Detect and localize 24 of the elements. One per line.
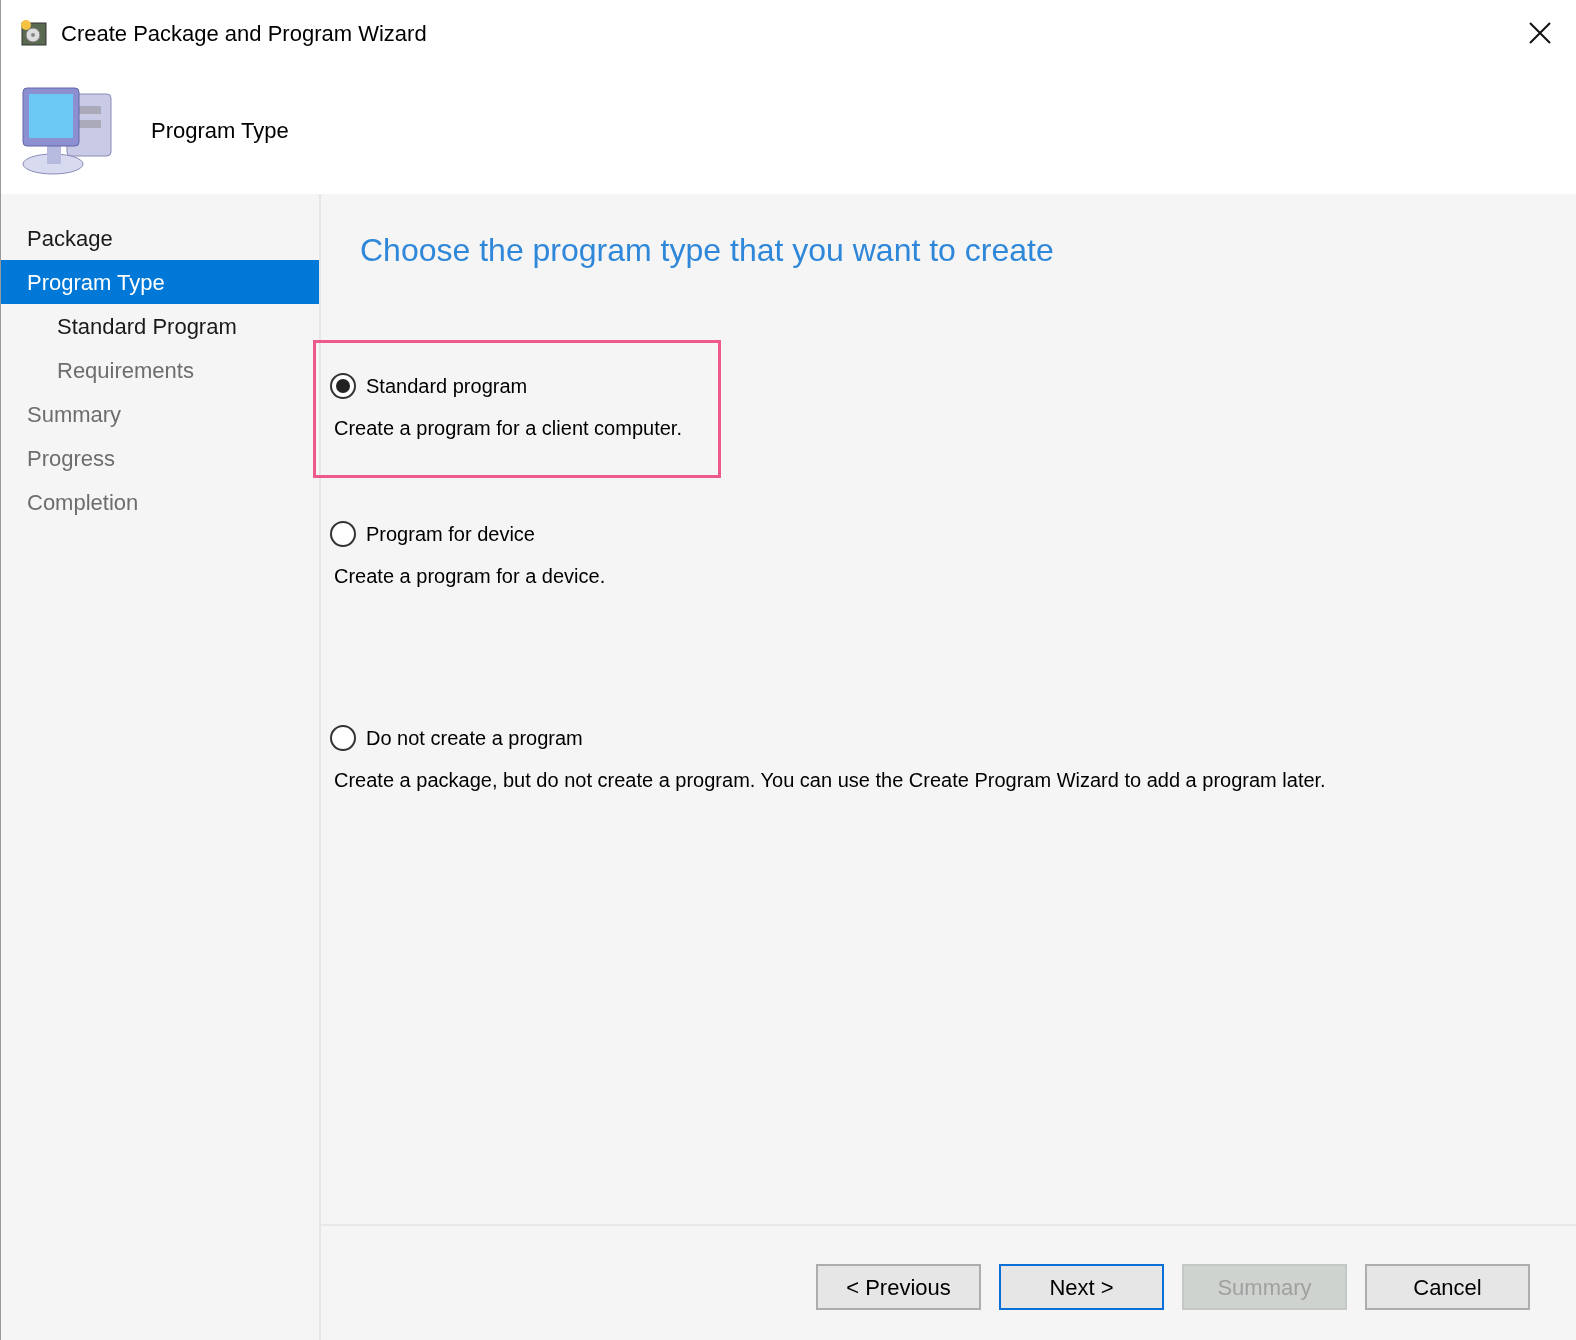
radio-button[interactable]	[330, 521, 356, 547]
page-heading: Choose the program type that you want to create	[359, 231, 1055, 270]
radio-option[interactable]: Program for device	[330, 519, 535, 549]
sidebar-item[interactable]: Requirements	[1, 348, 319, 392]
radio-option[interactable]: Do not create a program	[330, 723, 583, 753]
window-title: Create Package and Program Wizard	[61, 19, 427, 48]
wizard-app-icon	[19, 18, 49, 48]
option-description: Create a program for a client computer.	[334, 416, 682, 441]
close-icon[interactable]	[1528, 21, 1552, 45]
option-description: Create a package, but do not create a program. You can use the Create Program Wizard to add a program later.	[334, 768, 1326, 793]
radio-option[interactable]: Standard program	[330, 371, 528, 401]
sidebar-item[interactable]: Summary	[1, 392, 319, 436]
sidebar-item[interactable]: Program Type	[1, 260, 319, 304]
sidebar-item[interactable]: Package	[1, 216, 319, 260]
radio-button[interactable]	[330, 373, 356, 399]
wizard-button[interactable]: Next >	[999, 1264, 1164, 1310]
page-header-title: Program Type	[151, 116, 289, 145]
radio-button[interactable]	[330, 725, 356, 751]
wizard-button[interactable]: Cancel	[1365, 1264, 1530, 1310]
sidebar-item[interactable]: Completion	[1, 480, 319, 524]
sidebar-item[interactable]: Standard Program	[1, 304, 319, 348]
wizard-button[interactable]: < Previous	[816, 1264, 981, 1310]
option-description: Create a program for a device.	[334, 564, 606, 589]
sidebar-item[interactable]: Progress	[1, 436, 319, 480]
